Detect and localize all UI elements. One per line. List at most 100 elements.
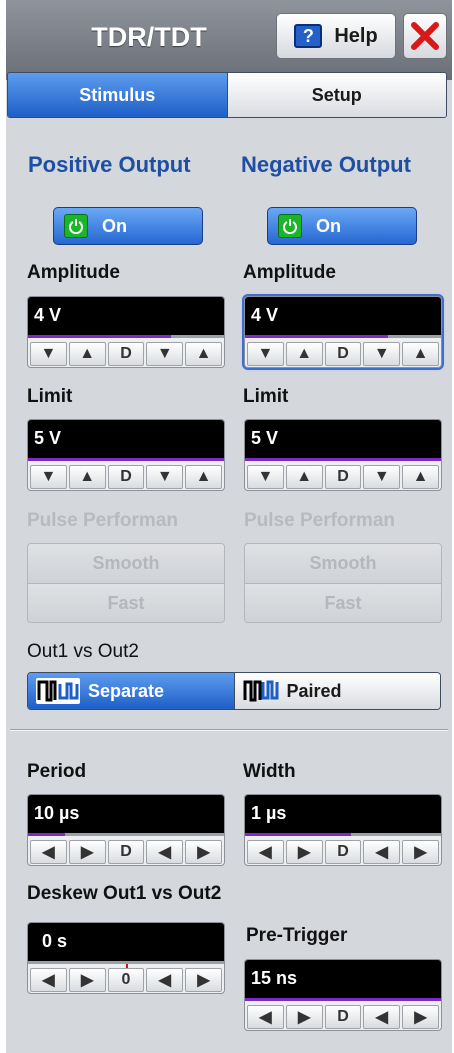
coarse-up-button[interactable]: ▲ — [402, 465, 439, 489]
negative-amplitude-value[interactable]: 4 V — [245, 297, 441, 335]
fine-down-button[interactable]: ▼ — [247, 465, 284, 489]
fine-up-button[interactable]: ▲ — [285, 465, 323, 489]
positive-pulse-performance-label: Pulse Performan — [27, 510, 178, 531]
negative-amplitude-control: 4 V ▼ ▲ D ▼ ▲ — [242, 294, 444, 370]
period-control: 10 µs ◀ ▶ D ◀ ▶ — [27, 794, 225, 866]
fine-increase-button[interactable]: ▶ — [68, 840, 106, 864]
close-icon — [411, 22, 439, 50]
coarse-down-button[interactable]: ▼ — [146, 342, 184, 366]
negative-amplitude-level — [245, 335, 389, 338]
pre-trigger-value[interactable]: 15 ns — [245, 960, 441, 998]
coarse-decrease-button[interactable]: ◀ — [363, 1005, 401, 1029]
fine-increase-button[interactable]: ▶ — [285, 840, 323, 864]
negative-pulse-performance-options: Smooth Fast — [244, 543, 442, 623]
fast-option: Fast — [245, 583, 441, 622]
negative-limit-level — [245, 458, 441, 461]
period-label: Period — [27, 761, 87, 782]
default-button[interactable]: D — [324, 465, 362, 489]
fine-down-button[interactable]: ▼ — [30, 465, 67, 489]
close-button[interactable] — [403, 13, 447, 59]
coarse-increase-button[interactable]: ▶ — [402, 1005, 439, 1029]
paired-mode-button[interactable]: Paired — [234, 673, 440, 709]
smooth-option: Smooth — [28, 544, 224, 583]
coarse-up-button[interactable]: ▲ — [185, 465, 222, 489]
deskew-label: Deskew Out1 vs Out2 — [27, 883, 222, 904]
positive-on-label: On — [102, 215, 127, 236]
coarse-decrease-button[interactable]: ◀ — [363, 840, 401, 864]
fine-down-button[interactable]: ▼ — [30, 342, 67, 366]
help-icon: ? — [294, 24, 323, 48]
positive-limit-control: 5 V ▼ ▲ D ▼ ▲ — [27, 419, 225, 491]
positive-amplitude-label: Amplitude — [27, 262, 120, 283]
fine-increase-button[interactable]: ▶ — [68, 968, 106, 992]
negative-limit-label: Limit — [243, 386, 289, 407]
panel-title: TDR/TDT — [91, 22, 207, 52]
fine-increase-button[interactable]: ▶ — [285, 1005, 323, 1029]
width-level — [245, 833, 351, 836]
positive-output-on-button[interactable]: On — [53, 207, 203, 245]
width-value[interactable]: 1 µs — [245, 795, 441, 833]
pre-trigger-label: Pre-Trigger — [246, 925, 348, 946]
power-icon — [278, 214, 302, 238]
negative-pulse-performance-label: Pulse Performan — [244, 510, 395, 531]
positive-amplitude-value[interactable]: 4 V — [28, 297, 224, 335]
deskew-control: 0 s ◀ ▶ 0 ◀ ▶ — [27, 922, 225, 994]
paired-label: Paired — [286, 680, 342, 701]
width-label: Width — [243, 761, 296, 782]
zero-button[interactable]: 0 — [107, 968, 145, 992]
paired-pulses-icon — [243, 680, 278, 702]
default-button[interactable]: D — [107, 342, 145, 366]
negative-output-on-button[interactable]: On — [267, 207, 417, 245]
default-button[interactable]: D — [107, 840, 145, 864]
coarse-down-button[interactable]: ▼ — [146, 465, 184, 489]
fine-decrease-button[interactable]: ◀ — [30, 968, 67, 992]
coarse-increase-button[interactable]: ▶ — [402, 840, 439, 864]
fine-decrease-button[interactable]: ◀ — [247, 1005, 284, 1029]
deskew-value[interactable]: 0 s — [28, 923, 224, 961]
fine-decrease-button[interactable]: ◀ — [247, 840, 284, 864]
default-button[interactable]: D — [324, 342, 362, 366]
positive-limit-value[interactable]: 5 V — [28, 420, 224, 458]
fine-up-button[interactable]: ▲ — [285, 342, 323, 366]
tdr-tdt-panel: TDR/TDT ? Help Stimulus Setup Positive O… — [6, 0, 452, 1053]
positive-limit-label: Limit — [27, 386, 73, 407]
tab-bar: Stimulus Setup — [7, 72, 447, 118]
coarse-decrease-button[interactable]: ◀ — [146, 840, 184, 864]
positive-amplitude-level — [28, 335, 172, 338]
default-button[interactable]: D — [324, 840, 362, 864]
tab-stimulus[interactable]: Stimulus — [8, 73, 228, 117]
pre-trigger-level — [245, 998, 441, 1001]
coarse-down-button[interactable]: ▼ — [363, 342, 401, 366]
separate-mode-button[interactable]: Separate — [28, 673, 235, 709]
coarse-decrease-button[interactable]: ◀ — [146, 968, 184, 992]
power-icon — [64, 214, 88, 238]
fine-down-button[interactable]: ▼ — [247, 342, 284, 366]
negative-limit-value[interactable]: 5 V — [245, 420, 441, 458]
positive-limit-level — [28, 458, 224, 461]
fine-decrease-button[interactable]: ◀ — [30, 840, 67, 864]
smooth-option: Smooth — [245, 544, 441, 583]
positive-pulse-performance-options: Smooth Fast — [27, 543, 225, 623]
coarse-up-button[interactable]: ▲ — [402, 342, 439, 366]
coarse-up-button[interactable]: ▲ — [185, 342, 222, 366]
default-button[interactable]: D — [107, 465, 145, 489]
period-value[interactable]: 10 µs — [28, 795, 224, 833]
fast-option: Fast — [28, 583, 224, 622]
help-label: Help — [334, 24, 378, 47]
help-button[interactable]: ? Help — [276, 13, 396, 59]
coarse-down-button[interactable]: ▼ — [363, 465, 401, 489]
fine-up-button[interactable]: ▲ — [68, 465, 106, 489]
positive-output-heading: Positive Output — [28, 152, 191, 177]
negative-amplitude-label: Amplitude — [243, 262, 336, 283]
negative-on-label: On — [316, 215, 341, 236]
out1-vs-out2-label: Out1 vs Out2 — [27, 641, 139, 662]
fine-up-button[interactable]: ▲ — [68, 342, 106, 366]
default-button[interactable]: D — [324, 1005, 362, 1029]
positive-amplitude-control: 4 V ▼ ▲ D ▼ ▲ — [27, 296, 225, 368]
pre-trigger-control: 15 ns ◀ ▶ D ◀ ▶ — [244, 959, 442, 1031]
coarse-increase-button[interactable]: ▶ — [185, 968, 222, 992]
tab-setup[interactable]: Setup — [227, 73, 446, 117]
width-control: 1 µs ◀ ▶ D ◀ ▶ — [244, 794, 442, 866]
coarse-increase-button[interactable]: ▶ — [185, 840, 222, 864]
period-level — [28, 833, 66, 836]
